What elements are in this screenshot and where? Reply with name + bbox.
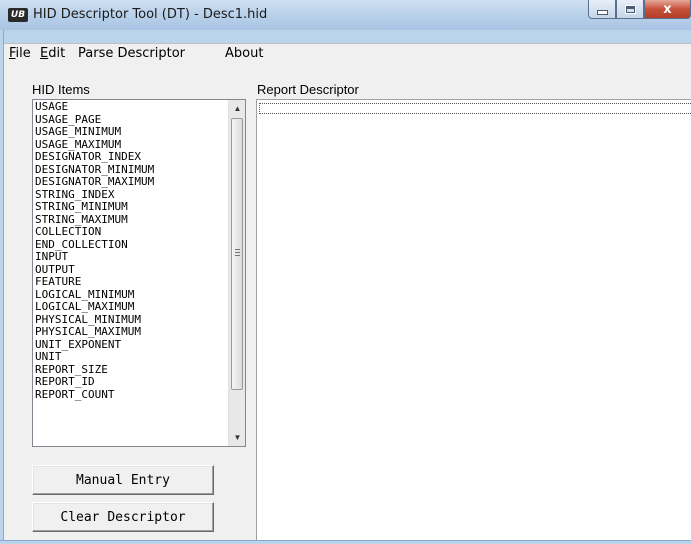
hid-items-label: HID Items — [32, 82, 90, 97]
list-item[interactable]: INPUT — [35, 250, 229, 264]
window-title: HID Descriptor Tool (DT) - Desc1.hid — [33, 7, 268, 22]
list-item[interactable]: DESIGNATOR_MAXIMUM — [35, 175, 229, 189]
scroll-up-arrow-icon[interactable]: ▲ — [229, 100, 245, 117]
menu-about[interactable]: About — [225, 46, 263, 61]
list-scrollbar[interactable]: ▲ ▼ — [228, 100, 245, 446]
minimize-icon — [596, 9, 608, 15]
menu-file-label: ile — [15, 46, 31, 61]
menu-edit-accel: E — [40, 46, 49, 61]
title-bar[interactable]: UB HID Descriptor Tool (DT) - Desc1.hid … — [0, 0, 691, 31]
scroll-down-arrow-icon[interactable]: ▼ — [229, 429, 245, 446]
report-focus-line — [259, 103, 691, 114]
clear-descriptor-button[interactable]: Clear Descriptor — [32, 502, 214, 532]
list-item[interactable]: USAGE_MINIMUM — [35, 125, 229, 139]
maximize-button[interactable] — [616, 0, 644, 19]
report-descriptor-pane[interactable] — [256, 99, 691, 540]
menu-edit[interactable]: Edit — [40, 46, 65, 61]
scroll-thumb[interactable] — [231, 118, 243, 390]
caption-buttons: x — [588, 0, 691, 20]
list-item[interactable]: STRING_MINIMUM — [35, 200, 229, 214]
menu-edit-label: dit — [48, 46, 66, 61]
list-item[interactable]: REPORT_COUNT — [35, 388, 229, 402]
report-descriptor-label: Report Descriptor — [257, 82, 359, 97]
hid-items-container: USAGE USAGE_PAGE USAGE_MINIMUM USAGE_MAXIMU… — [35, 100, 229, 402]
list-item[interactable]: REPORT_ID — [35, 375, 229, 389]
minimize-button[interactable] — [588, 0, 616, 19]
hid-items-list[interactable]: USAGE USAGE_PAGE USAGE_MINIMUM USAGE_MAXIMU… — [32, 99, 246, 447]
list-item[interactable]: LOGICAL_MAXIMUM — [35, 300, 229, 314]
maximize-icon — [624, 4, 636, 14]
close-icon: x — [663, 1, 672, 17]
list-item[interactable]: DESIGNATOR_INDEX — [35, 150, 229, 164]
list-item[interactable]: UNIT — [35, 350, 229, 364]
list-item[interactable]: UNIT_EXPONENT — [35, 338, 229, 352]
list-item[interactable]: USAGE — [35, 100, 229, 114]
window-frame-bottom — [0, 540, 691, 544]
manual-entry-button[interactable]: Manual Entry — [32, 465, 214, 495]
window-frame-top — [0, 30, 691, 43]
menu-bar: File Edit Parse Descriptor About — [4, 43, 691, 65]
list-item[interactable]: FEATURE — [35, 275, 229, 289]
menu-parse-descriptor[interactable]: Parse Descriptor — [78, 46, 185, 61]
close-button[interactable]: x — [644, 0, 691, 19]
menu-file[interactable]: File — [9, 46, 31, 61]
window-frame-left — [0, 30, 4, 544]
list-item[interactable]: PHYSICAL_MAXIMUM — [35, 325, 229, 339]
scroll-grip-icon — [235, 249, 240, 256]
app-window: UB HID Descriptor Tool (DT) - Desc1.hid … — [0, 0, 691, 544]
app-icon[interactable]: UB — [8, 8, 28, 22]
list-item[interactable]: COLLECTION — [35, 225, 229, 239]
